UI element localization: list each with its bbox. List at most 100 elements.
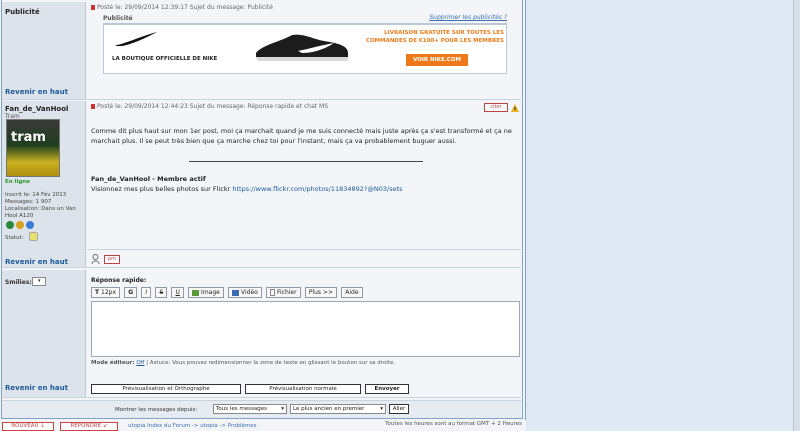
gender-icon [26,221,35,229]
ad-brand: LA BOUTIQUE OFFICIELLE DE NIKE [112,56,218,62]
location: Localisation: Dans un Van Hool A120 [5,206,76,219]
post-icon [91,5,95,10]
file-label: Fichier [276,289,297,296]
back-to-top-link[interactable]: Revenir en haut [5,88,68,96]
quote-button[interactable]: citer [484,103,508,112]
profile-icons [6,221,35,231]
reply-right-col: Réponse rapide: T 12px G I S U Image Vid… [87,270,521,397]
status-label: Statut: [5,235,24,241]
post-header: Posté le: 29/09/2014 12:44:23 Sujet du m… [91,103,328,110]
reply-label: RÉPONDRE [70,423,102,429]
editor-mode-line: Mode éditeur: Off | Astuce: Vous pouvez … [91,360,395,366]
quick-reply: Smilies: ▾ Revenir en haut Réponse rapid… [2,270,521,398]
pm-button[interactable]: pm [104,255,120,264]
forum-frame: Publicité Revenir en haut Posté le: 29/0… [0,0,526,431]
file-button[interactable]: Fichier [266,287,301,298]
new-topic-label: NOUVEAU [11,423,39,429]
window-scrollbar[interactable] [793,0,800,431]
reply-button[interactable]: RÉPONDRE ↙ [60,422,118,431]
breadcrumb[interactable]: utopia Index du Forum -> utopia -> Probl… [128,423,257,429]
preview-normal-button[interactable]: Prévisualisation normale [245,384,361,394]
post-icon [91,104,95,109]
smilies-dropdown[interactable]: ▾ [32,277,46,286]
chevron-down-icon: ▾ [380,406,383,412]
bold-button[interactable]: G [124,287,138,298]
ad-author-col: Publicité Revenir en haut [2,2,86,99]
ad-title-bar: Publicité Supprimer les publicités ? [103,14,507,24]
warning-icon[interactable] [511,104,519,112]
joined-date: Inscrit le: 14 Fév 2013 [5,192,67,198]
ad-post-header: Posté le: 29/09/2014 12:39:17 Sujet du m… [91,4,273,11]
show-messages-select[interactable]: Tous les messages ▾ [213,404,287,414]
reply-textarea[interactable] [91,301,520,357]
editor-mode-label: Mode éditeur: [91,360,135,366]
display-options-bar: Montrer les messages depuis: Tous les me… [2,400,521,418]
preview-spell-button[interactable]: Prévisualisation et Orthographe [91,384,241,394]
order-value: Le plus ancien en premier [293,406,365,412]
avatar-text: tram [11,130,46,145]
post-footer-divider [87,249,521,250]
timezone-note: Toutes les heures sont au format GMT + 2… [385,421,522,427]
ad-post-header-text: Posté le: 29/09/2014 12:39:17 Sujet du m… [97,4,273,11]
go-button[interactable]: Aller [389,404,409,414]
ad-cta-button[interactable]: VOIR NIKE.COM [406,54,468,66]
back-to-top-link[interactable]: Revenir en haut [5,384,68,392]
more-button[interactable]: Plus >> [304,287,337,298]
website-icon[interactable] [16,221,25,229]
nike-swoosh-icon [115,32,157,47]
ad-body-col: Posté le: 29/09/2014 12:39:17 Sujet du m… [87,2,521,99]
profile-button-icon[interactable] [91,254,100,264]
signature-link[interactable]: https://www.flickr.com/photos/11834892?@… [232,185,402,193]
strike-button[interactable]: S [155,287,168,298]
help-button[interactable]: Aide [341,287,363,298]
video-label: Vidéo [241,289,258,296]
chevron-down-icon: ▾ [38,278,41,284]
online-status: En ligne [5,179,30,185]
user-post: Fan_de_VanHool Tram tram En ligne Inscri… [2,101,521,268]
chevron-down-icon: ▾ [281,406,284,412]
message-count: Messages: 1 907 [5,199,52,205]
reply-arrow-icon: ↙ [102,423,108,429]
post-body-col: Posté le: 29/09/2014 12:44:23 Sujet du m… [87,101,521,267]
underline-button[interactable]: U [171,287,184,298]
ad-author: Publicité [5,8,40,16]
signature-name: Fan_de_VanHool - Membre actif [91,175,206,183]
editor-hint: | Astuce: Vous pouvez redimensionner la … [146,360,396,366]
arrow-down-icon: ↓ [40,423,45,429]
nike-ad-banner[interactable]: LA BOUTIQUE OFFICIELLE DE NIKE LIVRAISON… [103,24,507,74]
post-header-text: Posté le: 29/09/2014 12:44:23 Sujet du m… [97,103,329,110]
reply-title: Réponse rapide: [91,277,147,284]
signature-text: Visionnez mes plus belles photos sur Fli… [91,185,231,193]
send-button[interactable]: Envoyer [365,384,409,394]
status-icon [29,232,38,241]
video-button[interactable]: Vidéo [228,287,262,298]
avatar: tram [6,119,60,177]
font-size-select[interactable]: T 12px [91,287,121,298]
ad-promo-1: LIVRAISON GRATUITE SUR TOUTES LES [384,30,504,36]
video-icon [232,289,240,296]
editor-toolbar: T 12px G I S U Image Vidéo Fichier Plus … [91,287,511,298]
ad-post: Publicité Revenir en haut Posté le: 29/0… [2,2,521,100]
bottom-bar: NOUVEAU ↓ RÉPONDRE ↙ utopia Index du For… [0,420,526,431]
signature-line: Visionnez mes plus belles photos sur Fli… [91,185,403,193]
profile-icon[interactable] [6,221,14,229]
font-size-icon: T [95,289,100,296]
image-button[interactable]: Image [188,287,224,298]
back-to-top-link[interactable]: Revenir en haut [5,258,68,266]
post-author-col: Fan_de_VanHool Tram tram En ligne Inscri… [2,101,86,267]
font-size-value: 12px [101,289,117,296]
smilies-label: Smilies: [5,279,32,286]
ad-title: Publicité [103,15,133,22]
italic-button[interactable]: I [141,287,152,298]
post-author[interactable]: Fan_de_VanHool [5,105,68,113]
new-topic-button[interactable]: NOUVEAU ↓ [2,422,54,431]
order-select[interactable]: Le plus ancien en premier ▾ [290,404,386,414]
file-icon [270,289,276,296]
remove-ads-link[interactable]: Supprimer les publicités ? [429,14,507,21]
show-messages-value: Tous les messages [216,406,267,412]
shoe-image [256,34,348,61]
show-messages-label: Montrer les messages depuis: [115,407,198,413]
editor-mode-toggle[interactable]: Off [136,360,144,366]
signature-divider [189,161,423,162]
reply-left-col: Smilies: ▾ Revenir en haut [2,270,86,397]
